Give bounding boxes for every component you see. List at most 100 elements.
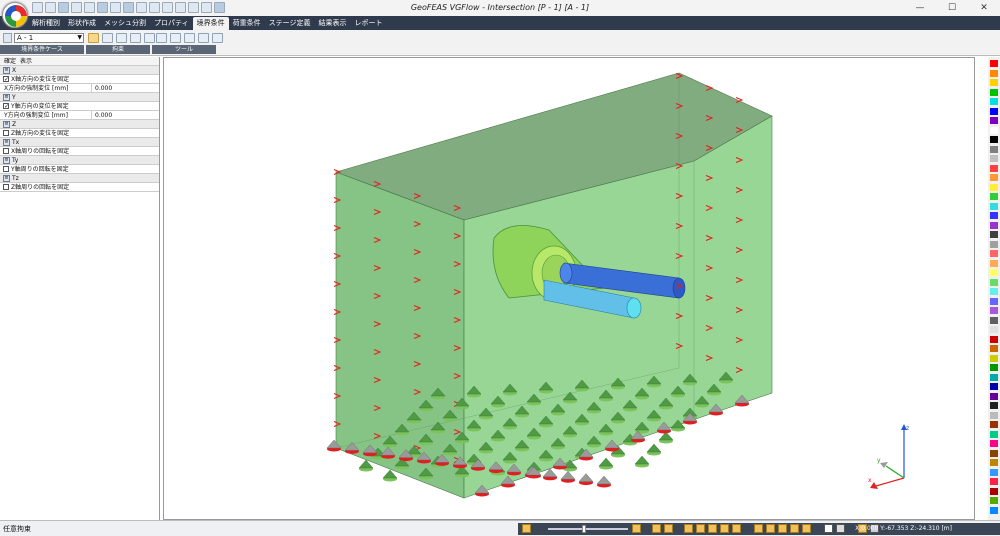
palette-swatch[interactable] [990,136,998,143]
display-mode-1-icon[interactable] [824,524,833,533]
tz-fix-checkbox[interactable] [3,184,9,190]
palette-swatch[interactable] [990,373,998,381]
palette-swatch[interactable] [990,354,998,362]
menu-tab[interactable]: 形状作成 [64,17,100,30]
palette-swatch[interactable] [990,69,998,77]
redo-tool-icon[interactable] [184,33,195,43]
palette-swatch[interactable] [990,79,998,86]
palette-swatch[interactable] [990,487,998,495]
case-select[interactable]: A - 1 ▼ [14,33,84,43]
palette-swatch[interactable] [990,174,998,181]
palette-swatch[interactable] [990,497,998,504]
menu-tab[interactable]: レポート [350,17,386,30]
collapse-icon[interactable]: ≡ [3,120,10,128]
palette-swatch[interactable] [990,307,998,314]
menu-tab[interactable]: ステージ定義 [265,17,315,30]
menu-tab[interactable]: 解析種別 [28,17,64,30]
display-mode-2-icon[interactable] [836,524,845,533]
fix-x-icon[interactable] [102,33,113,43]
palette-swatch[interactable] [990,107,998,115]
app-logo-button[interactable] [2,2,28,28]
undo-tool-icon[interactable] [170,33,181,43]
palette-swatch[interactable] [990,288,998,295]
menu-tab[interactable]: メッシュ分割 [100,17,150,30]
palette-swatch[interactable] [990,60,998,67]
snap-point-icon[interactable] [684,524,693,533]
palette-swatch[interactable] [990,430,998,438]
collapse-icon[interactable]: ≡ [3,138,10,146]
palette-swatch[interactable] [990,326,998,333]
palette-swatch[interactable] [990,402,998,409]
zoom-slider[interactable] [548,525,628,533]
fix-z-icon[interactable] [130,33,141,43]
palette-swatch[interactable] [990,155,998,162]
x-disp-input[interactable]: 0.000 [92,84,112,93]
palette-swatch[interactable] [990,221,998,229]
palette-swatch[interactable] [990,250,998,257]
palette-swatch[interactable] [990,183,998,191]
maximize-button[interactable]: ☐ [936,0,968,16]
palette-swatch[interactable] [990,459,998,466]
collapse-icon[interactable]: ≡ [3,156,10,164]
tab-display[interactable]: 表示 [20,57,32,65]
palette-swatch[interactable] [990,212,998,219]
palette-swatch[interactable] [990,478,998,485]
select-mode-2-icon[interactable] [766,524,775,533]
y-fix-checkbox[interactable]: ✓ [3,103,9,110]
edit-tool-icon[interactable] [156,33,167,43]
palette-swatch[interactable] [990,335,998,343]
tx-fix-checkbox[interactable] [3,148,9,154]
palette-swatch[interactable] [990,126,998,134]
palette-swatch[interactable] [990,231,998,238]
menu-tab[interactable]: 荷重条件 [229,17,265,30]
palette-swatch[interactable] [990,88,998,96]
view-front-icon[interactable] [652,524,661,533]
ty-fix-checkbox[interactable] [3,166,9,172]
minimize-button[interactable]: — [904,0,936,16]
menu-tab[interactable]: 結果表示 [314,17,350,30]
z-fix-checkbox[interactable] [3,130,9,136]
palette-swatch[interactable] [990,193,998,200]
palette-swatch[interactable] [990,259,998,267]
palette-swatch[interactable] [990,202,998,210]
snap-edit-icon[interactable] [720,524,729,533]
collapse-icon[interactable]: ≡ [3,174,10,182]
collapse-icon[interactable]: ≡ [3,66,10,74]
palette-swatch[interactable] [990,269,998,276]
zoom-in-status-icon[interactable] [632,524,641,533]
menu-tab[interactable]: 境界条件 [192,17,229,30]
zoom-slider-knob[interactable] [582,525,586,533]
palette-swatch[interactable] [990,506,998,514]
fix-custom-icon[interactable] [144,33,155,43]
tab-confirm[interactable]: 確定 [4,57,16,65]
palette-swatch[interactable] [990,421,998,428]
palette-swatch[interactable] [990,383,998,390]
palette-swatch[interactable] [990,164,998,172]
palette-swatch[interactable] [990,411,998,419]
view-top-icon[interactable] [664,524,673,533]
y-disp-input[interactable]: 0.000 [92,111,112,120]
pick-tool-icon[interactable] [198,33,209,43]
fix-y-icon[interactable] [116,33,127,43]
model-viewport[interactable]: z x y [163,57,975,520]
palette-swatch[interactable] [990,468,998,476]
menu-tab[interactable]: プロパティ [150,17,193,30]
palette-swatch[interactable] [990,345,998,352]
help-icon[interactable] [212,33,223,43]
close-button[interactable]: ✕ [968,0,1000,16]
palette-swatch[interactable] [990,117,998,124]
select-mode-4-icon[interactable] [790,524,799,533]
select-mode-3-icon[interactable] [778,524,787,533]
palette-swatch[interactable] [990,297,998,305]
select-mode-5-icon[interactable] [802,524,811,533]
palette-swatch[interactable] [990,145,998,153]
x-fix-checkbox[interactable]: ✓ [3,76,9,83]
snap-mid-icon[interactable] [708,524,717,533]
palette-swatch[interactable] [990,392,998,400]
zoom-out-status-icon[interactable] [522,524,531,533]
palette-swatch[interactable] [990,316,998,324]
palette-swatch[interactable] [990,240,998,248]
model-canvas[interactable]: z x y [164,58,976,521]
palette-swatch[interactable] [990,449,998,457]
palette-swatch[interactable] [990,98,998,105]
